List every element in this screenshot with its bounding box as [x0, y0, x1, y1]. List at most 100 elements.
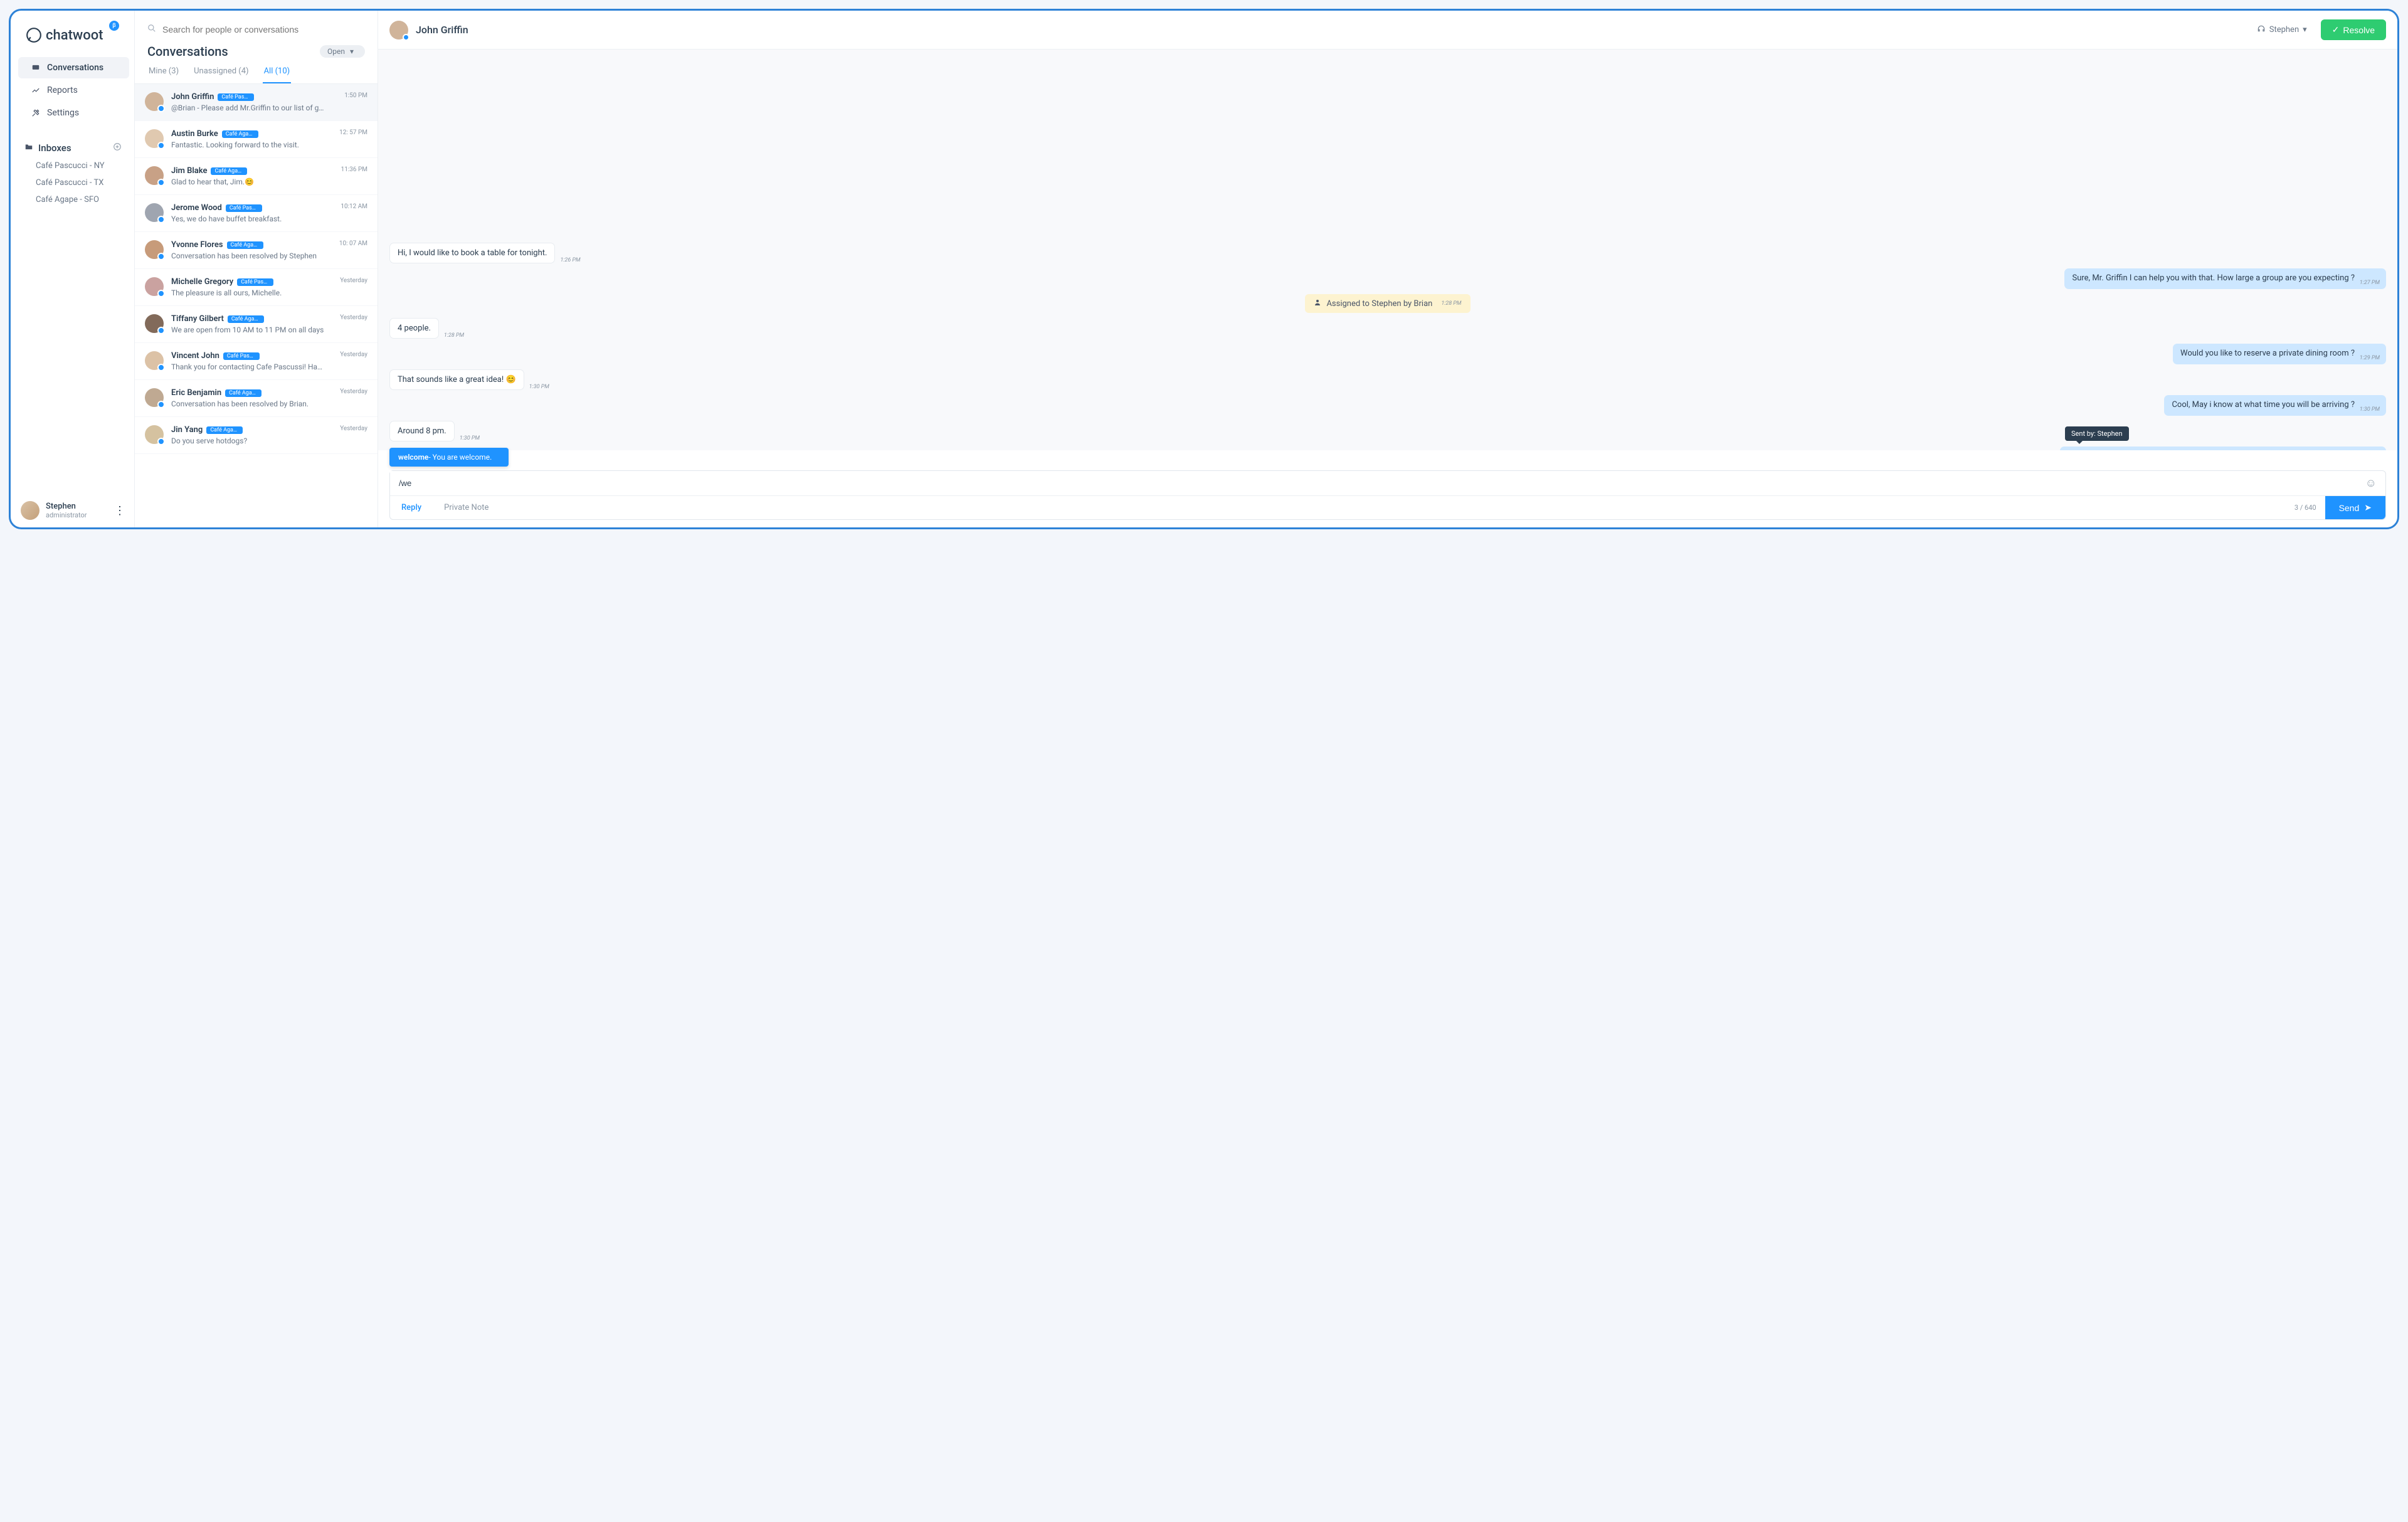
filter-tab[interactable]: All (10): [263, 66, 292, 83]
conversation-time: 1:50 PM: [344, 92, 367, 112]
conversation-inbox-badge: Café Agap…: [222, 130, 258, 138]
reply-input[interactable]: [390, 471, 2357, 495]
message-time: 1:28 PM: [444, 332, 464, 339]
nav-item-reports[interactable]: Reports: [18, 80, 129, 101]
conversation-list-panel: Conversations Open ▾ Mine (3) Unassigned …: [135, 11, 378, 527]
conversation-snippet: Conversation has been resolved by Stephe…: [171, 251, 332, 260]
tab-private-note[interactable]: Private Note: [433, 497, 500, 519]
resolve-label: Resolve: [2343, 25, 2375, 35]
brand-logo: chatwoot β: [11, 27, 134, 57]
conversation-snippet: We are open from 10 AM to 11 PM on all d…: [171, 325, 332, 334]
conversation-avatar: [145, 314, 164, 333]
canned-response-suggestion[interactable]: welcome- You are welcome.: [389, 448, 509, 467]
conversation-item[interactable]: John GriffinCafé Pascu…@Brian - Please a…: [135, 84, 378, 121]
conversation-time: Yesterday: [340, 388, 367, 408]
conversation-avatar: [145, 240, 164, 259]
inbox-item[interactable]: Café Agape - SFO: [11, 191, 134, 208]
conversation-inbox-badge: Café Pascu…: [226, 204, 262, 212]
conversation-snippet: Fantastic. Looking forward to the visit.: [171, 140, 332, 149]
system-text: Assigned to Stephen by Brian: [1326, 299, 1432, 309]
conversations-title: Conversations: [147, 44, 228, 59]
nav-item-conversations[interactable]: Conversations: [18, 57, 129, 78]
message-time: 1:27 PM: [2360, 280, 2380, 286]
conversation-name: John Griffin: [171, 92, 214, 102]
inboxes-title: Inboxes: [38, 142, 71, 154]
conversation-time: Yesterday: [340, 277, 367, 297]
conversation-item[interactable]: Tiffany Gilbert Café Agap… We are open fro…: [135, 306, 378, 343]
emoji-picker-button[interactable]: ☺: [2357, 477, 2385, 490]
inbox-item[interactable]: Café Pascucci - NY: [11, 157, 134, 174]
conversation-item[interactable]: Yvonne FloresCafé Agap…Conversation has …: [135, 232, 378, 269]
resolve-button[interactable]: ✓ Resolve: [2321, 19, 2386, 40]
char-counter: 3 / 640: [2294, 504, 2325, 512]
outgoing-message: Sent by: StephenThank you, Mr.Griffin. W…: [2060, 447, 2386, 450]
filter-tab[interactable]: Unassigned (4): [193, 66, 250, 83]
tab-reply[interactable]: Reply: [390, 497, 433, 519]
conversation-snippet: Glad to hear that, Jim.😊: [171, 177, 334, 186]
incoming-message: Hi, I would like to book a table for ton…: [389, 243, 555, 263]
message-row: That sounds like a great idea! 😊1:30 PM: [389, 369, 2386, 390]
conversation-item[interactable]: Vincent JohnCafé Pascu…Thank you for con…: [135, 343, 378, 380]
conversation-item[interactable]: Jin YangCafé Agap…Do you serve hotdogs?Y…: [135, 417, 378, 454]
nav-item-settings[interactable]: Settings: [18, 102, 129, 124]
conversation-name: Austin Burke: [171, 129, 218, 139]
message-text: Hi, I would like to book a table for ton…: [398, 248, 547, 258]
user-menu-button[interactable]: ⋮: [114, 504, 125, 517]
message-time: 1:28 PM: [1441, 300, 1461, 307]
conversation-inbox-badge: Café Agap…: [228, 315, 264, 323]
search-icon: [147, 23, 156, 35]
search-input[interactable]: [162, 24, 365, 34]
conversation-inbox-badge: Café Agap…: [206, 426, 243, 434]
conversation-time: 12: 57 PM: [339, 129, 367, 149]
conversation-item[interactable]: Jerome WoodCafé Pascu…Yes, we do have bu…: [135, 195, 378, 232]
message-time: 1:26 PM: [560, 257, 580, 263]
message-time: 1:30 PM: [460, 435, 480, 441]
contact-avatar[interactable]: [389, 21, 408, 40]
suggestion-key: welcome: [398, 453, 428, 462]
status-filter-value: Open: [327, 47, 345, 56]
conversation-item[interactable]: Eric BenjaminCafé Agap…Conversation has …: [135, 380, 378, 417]
agent-assign-dropdown[interactable]: Stephen ▾: [2251, 21, 2313, 40]
conversation-avatar: [145, 388, 164, 407]
system-message: Assigned to Stephen by Brian 1:28 PM: [1305, 294, 1470, 313]
conversation-item[interactable]: Austin Burke Café Agap… Fantastic. Looking…: [135, 121, 378, 158]
conversation-inbox-badge: Café Agap…: [211, 167, 247, 175]
conversation-name: Jerome Wood: [171, 203, 222, 213]
current-user-role: administrator: [46, 511, 108, 519]
message-text: Sure, Mr. Griffin I can help you with th…: [2072, 273, 2355, 283]
status-filter-dropdown[interactable]: Open ▾: [320, 45, 365, 58]
filter-tab[interactable]: Mine (3): [147, 66, 180, 83]
check-icon: ✓: [2332, 24, 2340, 35]
current-user-avatar[interactable]: [21, 501, 40, 520]
send-button[interactable]: Send ➤: [2325, 496, 2385, 519]
conversation-time: 11:36 PM: [341, 166, 367, 186]
conversation-time: Yesterday: [340, 314, 367, 334]
inbox-item[interactable]: Café Pascucci - TX: [11, 174, 134, 191]
conversation-name: Eric Benjamin: [171, 388, 221, 398]
sender-tooltip: Sent by: Stephen: [2065, 426, 2129, 441]
outgoing-message: Cool, May i know at what time you will b…: [2164, 395, 2386, 416]
conversation-filter-tabs: Mine (3) Unassigned (4) All (10): [135, 61, 378, 84]
conversation-avatar: [145, 277, 164, 296]
add-inbox-button[interactable]: [113, 142, 122, 154]
conversation-time: 10: 07 AM: [339, 240, 367, 260]
incoming-message: That sounds like a great idea! 😊: [389, 369, 524, 390]
conversation-avatar: [145, 129, 164, 148]
message-text: 4 people.: [398, 324, 431, 333]
conversation-inbox-badge: Café Pascu…: [218, 93, 254, 101]
headset-icon: [2257, 24, 2266, 36]
brand-text: chatwoot: [46, 28, 103, 43]
conversation-snippet: Thank you for contacting Cafe Pascussi! …: [171, 362, 332, 371]
conversation-item[interactable]: Jim BlakeCafé Agap…Glad to hear that, Ji…: [135, 158, 378, 195]
conversation-avatar: [145, 92, 164, 111]
conversation-inbox-badge: Café Agap…: [227, 241, 263, 249]
conversation-item[interactable]: Michelle GregoryCafé Pascu…The pleasure …: [135, 269, 378, 306]
conversation-time: 10:12 AM: [341, 203, 367, 223]
message-text: Around 8 pm.: [398, 426, 446, 436]
conversation-list[interactable]: John GriffinCafé Pascu…@Brian - Please a…: [135, 84, 378, 527]
message-row: Sure, Mr. Griffin I can help you with th…: [389, 268, 2386, 289]
message-row: Cool, May i know at what time you will b…: [389, 395, 2386, 416]
conversation-name: Tiffany Gilbert: [171, 314, 224, 324]
chat-message-list[interactable]: Hi, I would like to book a table for ton…: [378, 50, 2397, 450]
message-time: 1:29 PM: [2360, 355, 2380, 361]
